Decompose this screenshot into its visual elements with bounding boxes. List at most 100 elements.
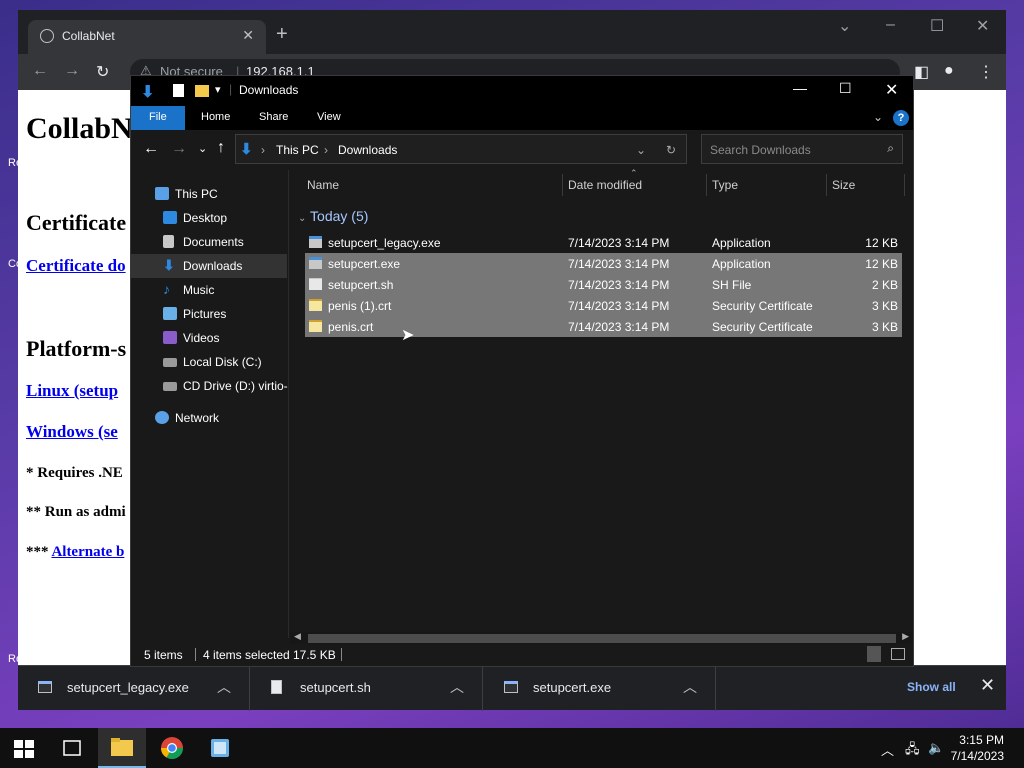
tab-home[interactable]: Home <box>201 111 230 123</box>
column-type[interactable]: Type <box>712 178 738 192</box>
minimize-icon[interactable]: – <box>886 16 895 34</box>
nav-item-desktop[interactable]: Desktop <box>131 206 287 230</box>
forward-icon[interactable]: → <box>171 140 187 158</box>
details-view-icon[interactable] <box>867 646 881 662</box>
nav-item-videos[interactable]: Videos <box>131 326 287 350</box>
minimize-icon[interactable]: — <box>793 80 807 96</box>
tab-strip: CollabNet ✕ + ⌄ – ☐ ✕ <box>18 10 1006 54</box>
taskbar-app[interactable] <box>196 728 244 768</box>
download-item[interactable]: setupcert.sh ︿ <box>251 666 483 711</box>
task-view-icon <box>63 740 81 756</box>
selected-count: 4 items selected <box>203 648 290 662</box>
maximize-icon[interactable]: ☐ <box>930 16 944 36</box>
nav-item-this-pc[interactable]: This PC <box>131 182 287 206</box>
show-all-button[interactable]: Show all <box>907 680 956 694</box>
exe-icon <box>504 681 518 693</box>
linux-link[interactable]: Linux (setup <box>26 381 118 401</box>
note-text: * Requires .NE <box>26 465 123 481</box>
taskbar-chrome[interactable] <box>148 728 196 768</box>
scrollbar-thumb[interactable] <box>308 634 896 643</box>
address-bar[interactable]: ⬇ › This PC › Downloads ⌄ ↻ <box>235 134 687 164</box>
videos-icon <box>163 331 177 344</box>
profile-icon[interactable]: ● <box>944 62 954 80</box>
expand-ribbon-icon[interactable]: ⌄ <box>873 110 883 124</box>
file-row[interactable]: penis (1).crt 7/14/2023 3:14 PM Security… <box>305 295 902 316</box>
nav-item-cd-drive[interactable]: CD Drive (D:) virtio- <box>131 374 288 398</box>
column-size[interactable]: Size <box>832 178 855 192</box>
nav-item-local-disk[interactable]: Local Disk (C:) <box>131 350 287 374</box>
nav-item-documents[interactable]: Documents <box>131 230 287 254</box>
back-icon[interactable]: ← <box>143 140 159 158</box>
volume-muted-icon[interactable]: 🔈 <box>928 740 944 756</box>
nav-item-pictures[interactable]: Pictures <box>131 302 287 326</box>
maximize-icon[interactable]: ☐ <box>839 80 852 97</box>
tab-file[interactable]: File <box>131 106 185 130</box>
certificate-icon <box>309 320 322 332</box>
file-row[interactable]: setupcert.exe 7/14/2023 3:14 PM Applicat… <box>305 253 902 274</box>
taskbar-explorer[interactable] <box>98 728 146 768</box>
horizontal-scrollbar[interactable]: ◀ ▶ <box>290 631 913 644</box>
group-header[interactable]: ⌄ Today (5) <box>298 208 368 224</box>
forward-icon[interactable]: → <box>64 62 80 80</box>
side-panel-icon[interactable]: ◧ <box>914 62 929 82</box>
browser-tab[interactable]: CollabNet ✕ <box>28 20 266 54</box>
back-icon[interactable]: ← <box>32 62 48 80</box>
new-tab-button[interactable]: + <box>276 24 288 44</box>
file-date: 7/14/2023 3:14 PM <box>568 278 670 292</box>
chevron-up-icon[interactable]: ︿ <box>881 740 894 759</box>
nav-item-downloads[interactable]: ⬇ Downloads <box>131 254 287 278</box>
file-row[interactable]: penis.crt 7/14/2023 3:14 PM Security Cer… <box>305 316 902 337</box>
refresh-icon[interactable]: ↻ <box>666 143 676 157</box>
reload-icon[interactable]: ↻ <box>96 62 109 82</box>
nav-label: Pictures <box>183 307 227 321</box>
breadcrumb-this-pc[interactable]: This PC <box>276 143 319 157</box>
windows-link[interactable]: Windows (se <box>26 422 118 442</box>
download-icon: ⬇ <box>163 257 175 273</box>
scroll-right-icon[interactable]: ▶ <box>902 631 909 642</box>
scroll-left-icon[interactable]: ◀ <box>294 631 301 642</box>
search-input[interactable]: Search Downloads ⌕ <box>701 134 903 164</box>
column-date-modified[interactable]: Date modified <box>568 178 642 192</box>
column-name[interactable]: Name <box>307 178 339 192</box>
certificate-link[interactable]: Certificate do <box>26 256 126 276</box>
folder-icon[interactable] <box>195 85 209 97</box>
clock[interactable]: 3:15 PM 7/14/2023 <box>951 732 1004 764</box>
tab-search-icon[interactable]: ⌄ <box>838 16 851 36</box>
start-button[interactable] <box>0 728 48 768</box>
alternate-link[interactable]: Alternate b <box>51 544 124 560</box>
file-name: penis.crt <box>328 320 374 334</box>
chevron-up-icon[interactable]: ︿ <box>217 677 231 697</box>
customize-dropdown-icon[interactable]: ▾ <box>215 83 227 97</box>
chevron-up-icon[interactable]: ︿ <box>450 677 464 697</box>
nav-item-network[interactable]: Network <box>131 406 287 430</box>
tab-view[interactable]: View <box>317 111 341 123</box>
window-title: Downloads <box>239 83 299 97</box>
close-icon[interactable]: ✕ <box>980 675 995 696</box>
breadcrumb-downloads[interactable]: Downloads <box>338 143 397 157</box>
task-view-button[interactable] <box>48 728 96 768</box>
network-icon[interactable]: 🖧 <box>905 740 920 762</box>
close-window-icon[interactable]: ✕ <box>976 16 989 36</box>
collapse-icon[interactable]: ⌄ <box>298 213 306 224</box>
help-icon[interactable]: ? <box>893 110 909 126</box>
item-count: 5 items <box>144 648 183 662</box>
large-icons-view-icon[interactable] <box>891 648 905 660</box>
download-name: setupcert.exe <box>533 680 612 695</box>
close-icon[interactable]: ✕ <box>885 80 898 100</box>
title-bar[interactable]: ⬇ ▾ | Downloads — ☐ ✕ <box>131 76 913 106</box>
menu-icon[interactable]: ⋮ <box>978 62 994 82</box>
download-item[interactable]: setupcert.exe ︿ <box>484 666 716 711</box>
file-row[interactable]: setupcert_legacy.exe 7/14/2023 3:14 PM A… <box>305 232 902 253</box>
address-dropdown-icon[interactable]: ⌄ <box>636 143 646 157</box>
nav-item-music[interactable]: ♪ Music <box>131 278 287 302</box>
recent-locations-icon[interactable]: ⌄ <box>198 142 207 155</box>
file-row[interactable]: setupcert.sh 7/14/2023 3:14 PM SH File 2… <box>305 274 902 295</box>
close-tab-icon[interactable]: ✕ <box>242 27 254 44</box>
chevron-up-icon[interactable]: ︿ <box>683 677 697 697</box>
properties-icon[interactable] <box>173 84 184 97</box>
tab-share[interactable]: Share <box>259 111 288 123</box>
up-icon[interactable]: ↑ <box>217 139 225 157</box>
download-item[interactable]: setupcert_legacy.exe ︿ <box>18 666 250 711</box>
file-name: setupcert.exe <box>328 257 401 271</box>
mouse-cursor-icon: ➤ <box>401 327 415 344</box>
